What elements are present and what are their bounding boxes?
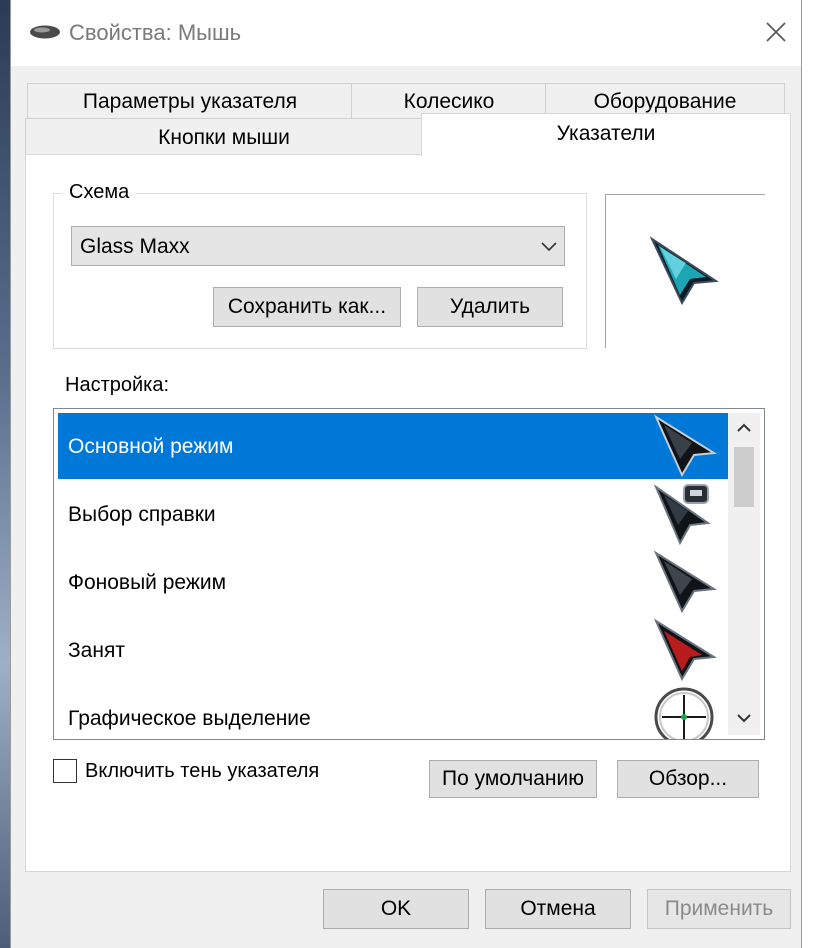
help-cursor-icon xyxy=(652,481,718,552)
list-item[interactable]: Графическое выделение xyxy=(58,685,728,739)
close-icon xyxy=(765,21,787,48)
pointer-list: Основной режим Выбор справки Фоновый реж… xyxy=(53,408,765,740)
cursor-preview xyxy=(605,194,765,348)
tab-pointer-options[interactable]: Параметры указателя xyxy=(27,83,353,119)
busy-cursor-icon xyxy=(652,617,718,688)
scheme-dropdown-value: Glass Maxx xyxy=(80,235,190,258)
scheme-group-label: Схема xyxy=(63,181,136,204)
pointer-shadow-label[interactable]: Включить тень указателя xyxy=(85,760,319,783)
customize-label: Настройка: xyxy=(65,374,170,396)
background-window-edge xyxy=(800,0,814,948)
browse-button[interactable]: Обзор... xyxy=(617,760,759,798)
mouse-properties-dialog: Свойства: Мышь Параметры указателя Колес… xyxy=(10,0,802,948)
tab-buttons[interactable]: Кнопки мыши xyxy=(25,118,423,155)
window-title: Свойства: Мышь xyxy=(69,20,242,45)
tab-pointers[interactable]: Указатели xyxy=(421,113,791,156)
list-item[interactable]: Выбор справки xyxy=(58,481,728,547)
preview-arrow-cursor-icon xyxy=(646,233,722,314)
title-bar: Свойства: Мышь xyxy=(11,0,801,66)
cancel-button[interactable]: Отмена xyxy=(485,889,631,929)
list-scrollbar[interactable] xyxy=(728,413,760,735)
list-item[interactable]: Основной режим xyxy=(58,413,728,479)
ok-button[interactable]: OK xyxy=(323,889,469,929)
scroll-thumb[interactable] xyxy=(734,447,754,507)
use-default-button[interactable]: По умолчанию xyxy=(429,760,597,798)
delete-button[interactable]: Удалить xyxy=(417,287,563,327)
scheme-dropdown[interactable]: Glass Maxx xyxy=(71,226,565,266)
list-item[interactable]: Фоновый режим xyxy=(58,549,728,615)
working-cursor-icon xyxy=(652,549,718,620)
apply-button[interactable]: Применить xyxy=(647,889,791,929)
chevron-up-icon xyxy=(736,421,752,439)
list-item[interactable]: Занят xyxy=(58,617,728,683)
pointer-shadow-checkbox[interactable] xyxy=(53,759,77,783)
scroll-down-button[interactable] xyxy=(728,705,760,735)
close-button[interactable] xyxy=(751,12,801,56)
scroll-up-button[interactable] xyxy=(728,415,760,445)
chevron-down-icon xyxy=(540,237,558,260)
save-as-button[interactable]: Сохранить как... xyxy=(213,287,401,327)
chevron-down-icon xyxy=(736,711,752,729)
mouse-icon xyxy=(29,24,61,45)
arrow-cursor-icon xyxy=(652,413,718,484)
precision-cursor-icon xyxy=(652,685,718,739)
